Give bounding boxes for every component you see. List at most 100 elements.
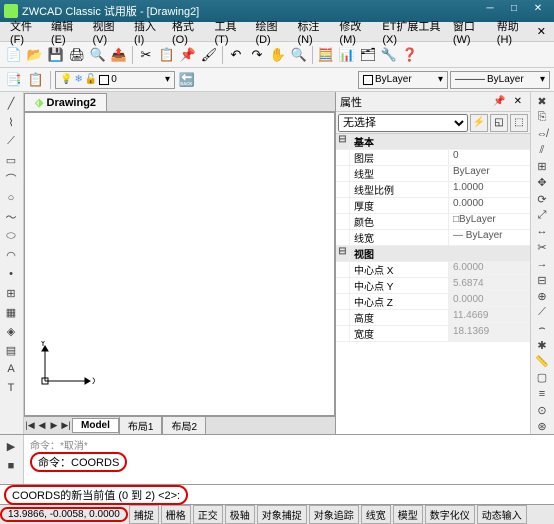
extend-icon[interactable]: → bbox=[531, 256, 553, 271]
props-icon[interactable]: 📊 bbox=[337, 45, 357, 65]
undo-icon[interactable]: ↶ bbox=[226, 45, 246, 65]
trim-icon[interactable]: ✂ bbox=[531, 240, 553, 255]
dist-icon[interactable]: 📏 bbox=[531, 354, 553, 369]
prop-row[interactable]: 图层0 bbox=[336, 150, 530, 166]
menu-tools[interactable]: 工具(T) bbox=[208, 18, 249, 46]
command-history[interactable]: 命令：*取消* 命令：COORDS bbox=[24, 435, 554, 484]
preview-icon[interactable]: 🔍 bbox=[88, 45, 108, 65]
prop-value[interactable]: 1.0000 bbox=[448, 182, 530, 197]
quick-select-icon[interactable]: ⚡ bbox=[470, 114, 488, 132]
area-icon[interactable]: ▢ bbox=[531, 370, 553, 385]
prop-row[interactable]: 线宽— ByLayer bbox=[336, 230, 530, 246]
layer-state-icon[interactable]: 📋 bbox=[26, 70, 46, 90]
selection-dropdown[interactable]: 无选择 bbox=[338, 114, 468, 132]
scale-icon[interactable]: ⤢ bbox=[531, 208, 553, 223]
cmd-icon[interactable]: ▶ bbox=[0, 437, 22, 455]
layout-1[interactable]: 布局1 bbox=[119, 416, 163, 435]
array-icon[interactable]: ⊞ bbox=[531, 159, 553, 174]
linetype-dropdown[interactable]: ——— ByLayer ▾ bbox=[450, 71, 550, 89]
menu-window[interactable]: 窗口(W) bbox=[447, 18, 491, 46]
hatch-icon[interactable]: ▦ bbox=[0, 303, 22, 321]
status-toggle[interactable]: 动态输入 bbox=[477, 505, 527, 524]
cut-icon[interactable]: ✂ bbox=[136, 45, 156, 65]
prop-value[interactable]: 0.0000 bbox=[448, 198, 530, 213]
status-toggle[interactable]: 对象捕捉 bbox=[257, 505, 307, 524]
rotate-icon[interactable]: ⟳ bbox=[531, 191, 553, 206]
menu-insert[interactable]: 插入(I) bbox=[128, 18, 166, 46]
menu-help[interactable]: 帮助(H) bbox=[491, 18, 533, 46]
menu-modify[interactable]: 修改(M) bbox=[333, 18, 376, 46]
layer-dropdown[interactable]: 💡❄🔓 0 ▾ bbox=[55, 71, 175, 89]
cmd-icon2[interactable]: ■ bbox=[0, 457, 22, 475]
prop-row[interactable]: 线型ByLayer bbox=[336, 166, 530, 182]
help-icon[interactable]: ❓ bbox=[400, 45, 420, 65]
pan-icon[interactable]: ✋ bbox=[268, 45, 288, 65]
menu-edit[interactable]: 编辑(E) bbox=[45, 18, 86, 46]
layer-manager-icon[interactable]: 📑 bbox=[4, 70, 24, 90]
publish-icon[interactable]: 📤 bbox=[109, 45, 129, 65]
block-icon[interactable]: ⊞ bbox=[0, 284, 22, 302]
status-toggle[interactable]: 栅格 bbox=[161, 505, 191, 524]
paste-icon[interactable]: 📌 bbox=[178, 45, 198, 65]
prop-row[interactable]: 厚度0.0000 bbox=[336, 198, 530, 214]
layout-2[interactable]: 布局2 bbox=[162, 416, 206, 435]
prop-value[interactable]: 0 bbox=[448, 150, 530, 165]
ellipse-icon[interactable]: ⬭ bbox=[0, 227, 22, 245]
mirror-icon[interactable]: ⇎ bbox=[531, 126, 553, 141]
print-icon[interactable]: 🖨 bbox=[67, 45, 87, 65]
region-icon[interactable]: ◈ bbox=[0, 322, 22, 340]
pin-icon[interactable]: 📌 bbox=[489, 96, 509, 107]
prop-group[interactable]: ⊟基本 bbox=[336, 134, 530, 150]
tool-icon[interactable]: 🔧 bbox=[379, 45, 399, 65]
arc-icon[interactable]: ⌒ bbox=[0, 170, 22, 188]
menu-dim[interactable]: 标注(N) bbox=[291, 18, 333, 46]
menu-draw[interactable]: 绘图(D) bbox=[249, 18, 291, 46]
status-toggle[interactable]: 数字化仪 bbox=[425, 505, 475, 524]
status-toggle[interactable]: 捕捉 bbox=[129, 505, 159, 524]
prop-value[interactable]: — ByLayer bbox=[448, 230, 530, 245]
menu-file[interactable]: 文件(F) bbox=[4, 18, 45, 46]
stretch-icon[interactable]: ↔ bbox=[531, 224, 553, 239]
line-icon[interactable]: ╱ bbox=[0, 94, 22, 112]
menu-et[interactable]: ET扩展工具(X) bbox=[376, 18, 446, 46]
prop-value[interactable]: ByLayer bbox=[448, 166, 530, 181]
explode-icon[interactable]: ✱ bbox=[531, 338, 553, 353]
move-icon[interactable]: ✥ bbox=[531, 175, 553, 190]
rect-icon[interactable]: ▭ bbox=[0, 151, 22, 169]
toggle-pick-icon[interactable]: ⬚ bbox=[510, 114, 528, 132]
save-icon[interactable]: 💾 bbox=[46, 45, 66, 65]
id-icon[interactable]: ⊙ bbox=[531, 402, 553, 417]
fillet-icon[interactable]: ⌢ bbox=[531, 321, 553, 336]
match-icon[interactable]: 🖌 bbox=[199, 45, 219, 65]
redo-icon[interactable]: ↷ bbox=[247, 45, 267, 65]
circle-icon[interactable]: ○ bbox=[0, 189, 22, 207]
new-icon[interactable]: 📄 bbox=[4, 45, 24, 65]
polyline-icon[interactable]: ⌇ bbox=[0, 113, 22, 131]
status-toggle[interactable]: 极轴 bbox=[225, 505, 255, 524]
offset-icon[interactable]: ⫽ bbox=[531, 143, 553, 158]
coordinates[interactable]: 13.9866, -0.0058, 0.0000 bbox=[0, 507, 128, 522]
copy-icon[interactable]: ⎘ bbox=[531, 110, 553, 125]
open-icon[interactable]: 📂 bbox=[25, 45, 45, 65]
command-prompt[interactable]: COORDS的新当前值 (0 到 2) <2>: bbox=[0, 484, 554, 504]
text-icon[interactable]: A bbox=[0, 360, 22, 378]
prop-group[interactable]: ⊟视图 bbox=[336, 246, 530, 262]
center-icon[interactable]: ⊛ bbox=[531, 419, 553, 434]
menu-format[interactable]: 格式(O) bbox=[166, 18, 208, 46]
status-toggle[interactable]: 正交 bbox=[193, 505, 223, 524]
table-icon[interactable]: ▤ bbox=[0, 341, 22, 359]
erase-icon[interactable]: ✖ bbox=[531, 94, 553, 109]
drawing-tab[interactable]: ⬗ Drawing2 bbox=[24, 93, 107, 111]
doc-close-button[interactable]: ✕ bbox=[533, 25, 550, 38]
mtext-icon[interactable]: T bbox=[0, 379, 22, 397]
copy-icon[interactable]: 📋 bbox=[157, 45, 177, 65]
calc-icon[interactable]: 🧮 bbox=[316, 45, 336, 65]
layout-next-icon[interactable]: ▶ bbox=[48, 419, 60, 433]
break-icon[interactable]: ⊟ bbox=[531, 273, 553, 288]
status-toggle[interactable]: 对象追踪 bbox=[309, 505, 359, 524]
layout-prev-icon[interactable]: ◀ bbox=[36, 419, 48, 433]
join-icon[interactable]: ⊕ bbox=[531, 289, 553, 304]
drawing-canvas[interactable]: XY bbox=[24, 112, 335, 416]
layout-first-icon[interactable]: |◀ bbox=[24, 419, 36, 433]
status-toggle[interactable]: 线宽 bbox=[361, 505, 391, 524]
